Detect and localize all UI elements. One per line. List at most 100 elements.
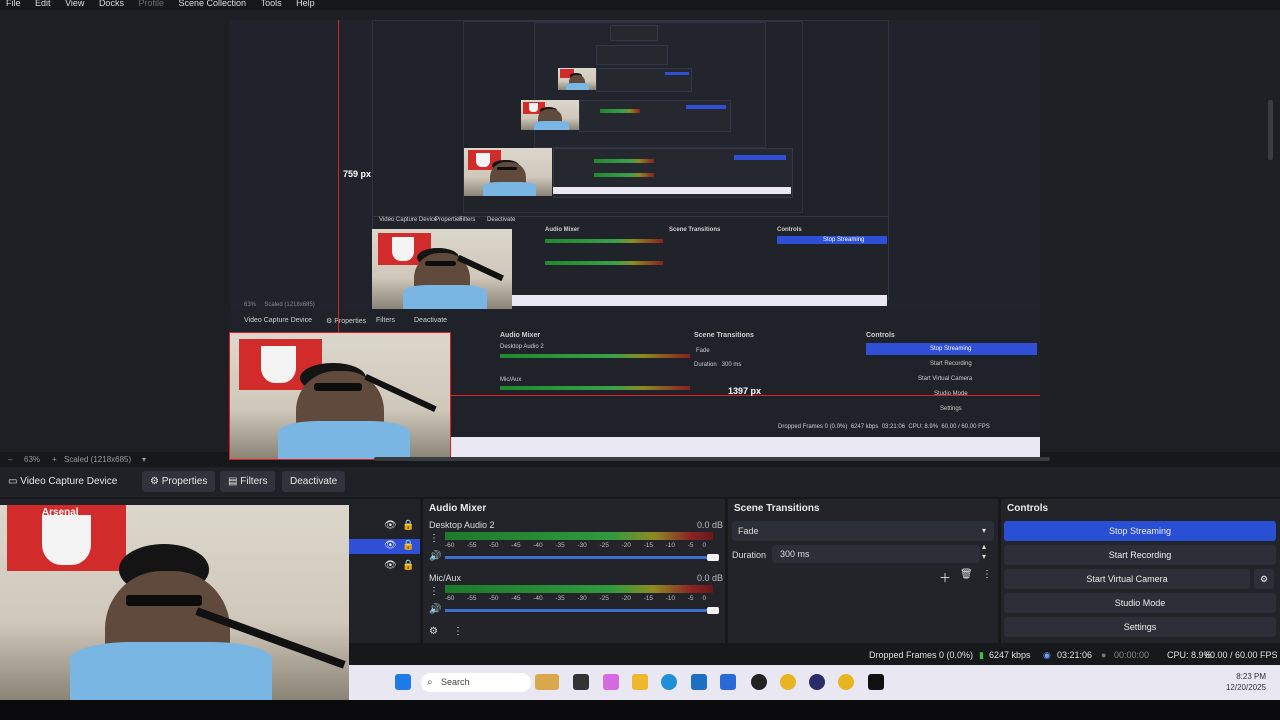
menu-bar: File Edit View Docks Profile Scene Colle…: [0, 0, 1280, 10]
volume-slider[interactable]: [445, 556, 713, 559]
menu-file[interactable]: File: [6, 0, 21, 8]
channel-name: Mic/Aux: [429, 573, 462, 583]
nested-webcam-2: [521, 100, 579, 130]
preview-area[interactable]: Video Capture Device Properties Filters …: [0, 10, 1280, 461]
duration-label: Duration: [732, 550, 767, 560]
menu-help[interactable]: Help: [296, 0, 315, 8]
record-icon: ●: [1101, 650, 1107, 660]
copilot-icon[interactable]: [603, 674, 619, 690]
channel-menu-icon[interactable]: ⋮: [429, 586, 439, 597]
zoom-in-icon[interactable]: +: [52, 455, 57, 464]
deactivate-label: Deactivate: [290, 476, 338, 487]
chevron-up-icon[interactable]: ▴: [982, 542, 986, 551]
fps: 60.00 / 60.00 FPS: [1205, 650, 1278, 660]
scene-transitions-title: Scene Transitions: [734, 503, 820, 514]
gear-icon: ⚙: [150, 476, 162, 487]
system-clock[interactable]: 8:23 PM 12/20/2025: [1226, 671, 1266, 693]
menu-edit[interactable]: Edit: [35, 0, 51, 8]
app-icon[interactable]: [809, 674, 825, 690]
lock-icon[interactable]: 🔒: [402, 560, 414, 571]
start-recording-button[interactable]: Start Recording: [1004, 545, 1276, 565]
store-icon[interactable]: [691, 674, 707, 690]
taskbar-search[interactable]: ⌕ Search: [421, 673, 531, 692]
settings-button[interactable]: Settings: [1004, 617, 1276, 637]
channel-menu-icon[interactable]: ⋮: [429, 533, 439, 544]
source-name: Video Capture Device: [20, 476, 118, 487]
zoom-row: – 63% + Scaled (1218x685) ▾: [0, 452, 1280, 466]
visibility-eye-icon[interactable]: 👁: [384, 520, 397, 531]
speaker-icon[interactable]: 🔊: [429, 551, 441, 562]
measure-label-vertical: 759 px: [343, 169, 372, 179]
clock-time: 8:23 PM: [1236, 672, 1266, 681]
menu-tools[interactable]: Tools: [261, 0, 282, 8]
obs-icon[interactable]: [751, 674, 767, 690]
chrome-icon[interactable]: [838, 674, 854, 690]
deactivate-button[interactable]: Deactivate: [282, 471, 346, 492]
source-selection-box[interactable]: [229, 332, 451, 460]
preview-canvas[interactable]: Video Capture Device Properties Filters …: [229, 20, 1040, 460]
filter-icon: ▤: [228, 476, 241, 487]
volume-meter: [445, 532, 713, 540]
virtual-camera-gear-icon[interactable]: ⚙: [1254, 569, 1274, 589]
audio-mixer-dock: Audio Mixer Desktop Audio 2 0.0 dB ⋮ -60…: [423, 499, 725, 643]
volume-slider-handle[interactable]: [707, 554, 719, 561]
audio-mixer-title: Audio Mixer: [429, 503, 487, 514]
start-virtual-camera-button[interactable]: Start Virtual Camera: [1004, 569, 1250, 589]
volume-slider[interactable]: [445, 609, 713, 612]
transition-value: Fade: [738, 526, 759, 536]
start-menu-icon[interactable]: [395, 674, 411, 690]
task-view-icon[interactable]: [573, 674, 589, 690]
source-item[interactable]: ▭ Video Capture Device: [0, 471, 125, 492]
add-transition-icon[interactable]: ＋: [939, 569, 951, 586]
lock-icon[interactable]: 🔒: [402, 540, 414, 551]
properties-button[interactable]: ⚙ Properties: [142, 471, 216, 492]
chrome-icon[interactable]: [780, 674, 796, 690]
nested-webcam-3: [464, 148, 552, 196]
transition-menu-icon[interactable]: ⋮: [982, 569, 992, 580]
filters-label: Filters: [240, 476, 268, 487]
nested-webcam-1: [558, 68, 596, 90]
transition-select[interactable]: Fade ▾: [732, 521, 994, 541]
channel-db: 0.0 dB: [697, 573, 724, 583]
outlook-icon[interactable]: [720, 674, 736, 690]
menu-view[interactable]: View: [65, 0, 84, 8]
scale-label: Scaled (1218x685): [64, 455, 132, 464]
clock-date: 12/20/2025: [1225, 683, 1266, 692]
volume-slider-handle[interactable]: [707, 607, 719, 614]
capcut-icon[interactable]: [868, 674, 884, 690]
stream-icon: ◉: [1043, 650, 1051, 660]
menu-scene-collection[interactable]: Scene Collection: [179, 0, 247, 8]
mixer-settings-gear-icon[interactable]: ⚙: [429, 626, 438, 637]
status-bar: Dropped Frames 0 (0.0%) ▮ 6247 kbps ◉ 03…: [349, 647, 1280, 663]
signal-bars-icon: ▮: [979, 650, 984, 660]
zoom-out-icon[interactable]: –: [8, 455, 12, 464]
menu-docks[interactable]: Docks: [99, 0, 124, 8]
visibility-eye-icon[interactable]: 👁: [384, 540, 397, 551]
widgets-icon[interactable]: [535, 674, 559, 690]
studio-mode-button[interactable]: Studio Mode: [1004, 593, 1276, 613]
mixer-menu-icon[interactable]: ⋮: [453, 626, 463, 637]
chevron-down-icon: ▾: [982, 526, 987, 535]
nested-webcam-large: [372, 229, 512, 309]
preview-vertical-scrollbar[interactable]: [1268, 100, 1273, 160]
windows-taskbar: ⌕ Search 8:23 PM 12/20/2025: [349, 665, 1280, 700]
file-explorer-icon[interactable]: [632, 674, 648, 690]
visibility-eye-icon[interactable]: 👁: [384, 560, 397, 571]
edge-icon[interactable]: [661, 674, 677, 690]
menu-profile: Profile: [138, 0, 164, 8]
source-toolbar: ▭ Video Capture Device ⚙ Properties ▤ Fi…: [0, 467, 1280, 497]
filters-button[interactable]: ▤ Filters: [220, 471, 276, 492]
speaker-icon[interactable]: 🔊: [429, 604, 441, 615]
duration-input[interactable]: 300 ms: [772, 545, 980, 563]
scale-dropdown-icon[interactable]: ▾: [142, 455, 146, 464]
lock-icon[interactable]: 🔒: [402, 520, 414, 531]
duration-value: 300 ms: [780, 549, 810, 559]
volume-meter: [445, 585, 713, 593]
measure-line-vertical: [338, 20, 339, 332]
chevron-down-icon[interactable]: ▾: [982, 552, 986, 561]
scene-transitions-dock: Scene Transitions Fade ▾ Duration 300 ms…: [728, 499, 998, 643]
record-time: 00:00:00: [1114, 650, 1150, 660]
trash-icon[interactable]: 🗑: [960, 569, 973, 580]
stop-streaming-button[interactable]: Stop Streaming: [1004, 521, 1276, 541]
stream-time: 03:21:06: [1057, 650, 1093, 660]
